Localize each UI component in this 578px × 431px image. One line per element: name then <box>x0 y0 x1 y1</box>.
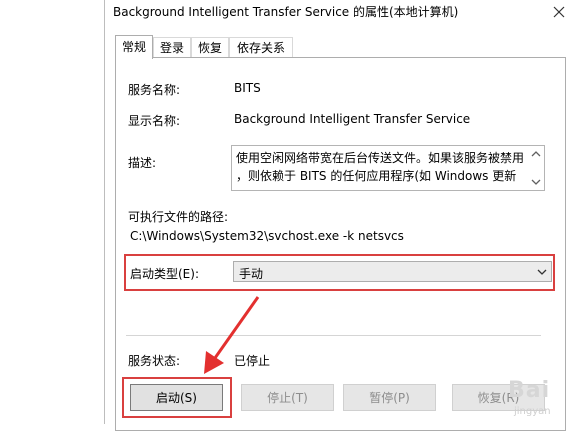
stop-button[interactable]: 停止(T) <box>241 384 334 411</box>
startup-type-label: 启动类型(E): <box>130 267 199 281</box>
close-icon[interactable] <box>548 2 570 22</box>
description-field[interactable]: 使用空闲网络带宽在后台传送文件。如果该服务被禁用 ，则依赖于 BITS 的任何应… <box>231 145 545 191</box>
exe-path-label: 可执行文件的路径: <box>128 210 229 224</box>
description-line-1: 使用空闲网络带宽在后台传送文件。如果该服务被禁用 <box>236 151 525 165</box>
window-title: Background Intelligent Transfer Service … <box>113 5 459 19</box>
service-status-value: 已停止 <box>234 354 271 368</box>
scroll-arrows-icon[interactable] <box>528 146 544 190</box>
service-name-label: 服务名称: <box>128 83 181 97</box>
display-name-value: Background Intelligent Transfer Service <box>234 112 471 126</box>
background-window-edge <box>0 0 105 424</box>
properties-dialog: Background Intelligent Transfer Service … <box>105 0 578 431</box>
description-label: 描述: <box>128 156 157 170</box>
startup-type-value: 手动 <box>239 267 264 281</box>
description-scrollbar[interactable] <box>528 146 544 190</box>
tab-logon[interactable]: 登录 <box>153 37 191 58</box>
start-button[interactable]: 启动(S) <box>130 384 223 411</box>
tab-dependencies[interactable]: 依存关系 <box>229 37 293 58</box>
exe-path-value: C:\Windows\System32\svchost.exe -k netsv… <box>130 229 404 243</box>
service-status-label: 服务状态: <box>128 354 181 368</box>
tab-strip: 常规 登录 恢复 依存关系 <box>115 35 555 59</box>
display-name-label: 显示名称: <box>128 114 181 128</box>
pause-button[interactable]: 暂停(P) <box>343 384 436 411</box>
separator <box>126 335 541 336</box>
service-name-value: BITS <box>234 81 261 95</box>
startup-type-select[interactable]: 手动 <box>233 261 552 282</box>
watermark-text: Bai <box>508 378 551 403</box>
watermark-logo: Bai jingyan <box>500 378 578 424</box>
title-bar: Background Intelligent Transfer Service … <box>105 0 578 24</box>
description-line-2: ，则依赖于 BITS 的任何应用程序(如 Windows 更新 <box>236 169 517 183</box>
description-text: 使用空闲网络带宽在后台传送文件。如果该服务被禁用 ，则依赖于 BITS 的任何应… <box>236 149 524 185</box>
tab-general[interactable]: 常规 <box>115 35 153 59</box>
tab-recovery[interactable]: 恢复 <box>191 37 229 58</box>
watermark-subtext: jingyan <box>514 406 551 417</box>
chevron-down-icon <box>537 269 547 275</box>
general-panel: 服务名称: BITS 显示名称: Background Intelligent … <box>115 57 566 431</box>
